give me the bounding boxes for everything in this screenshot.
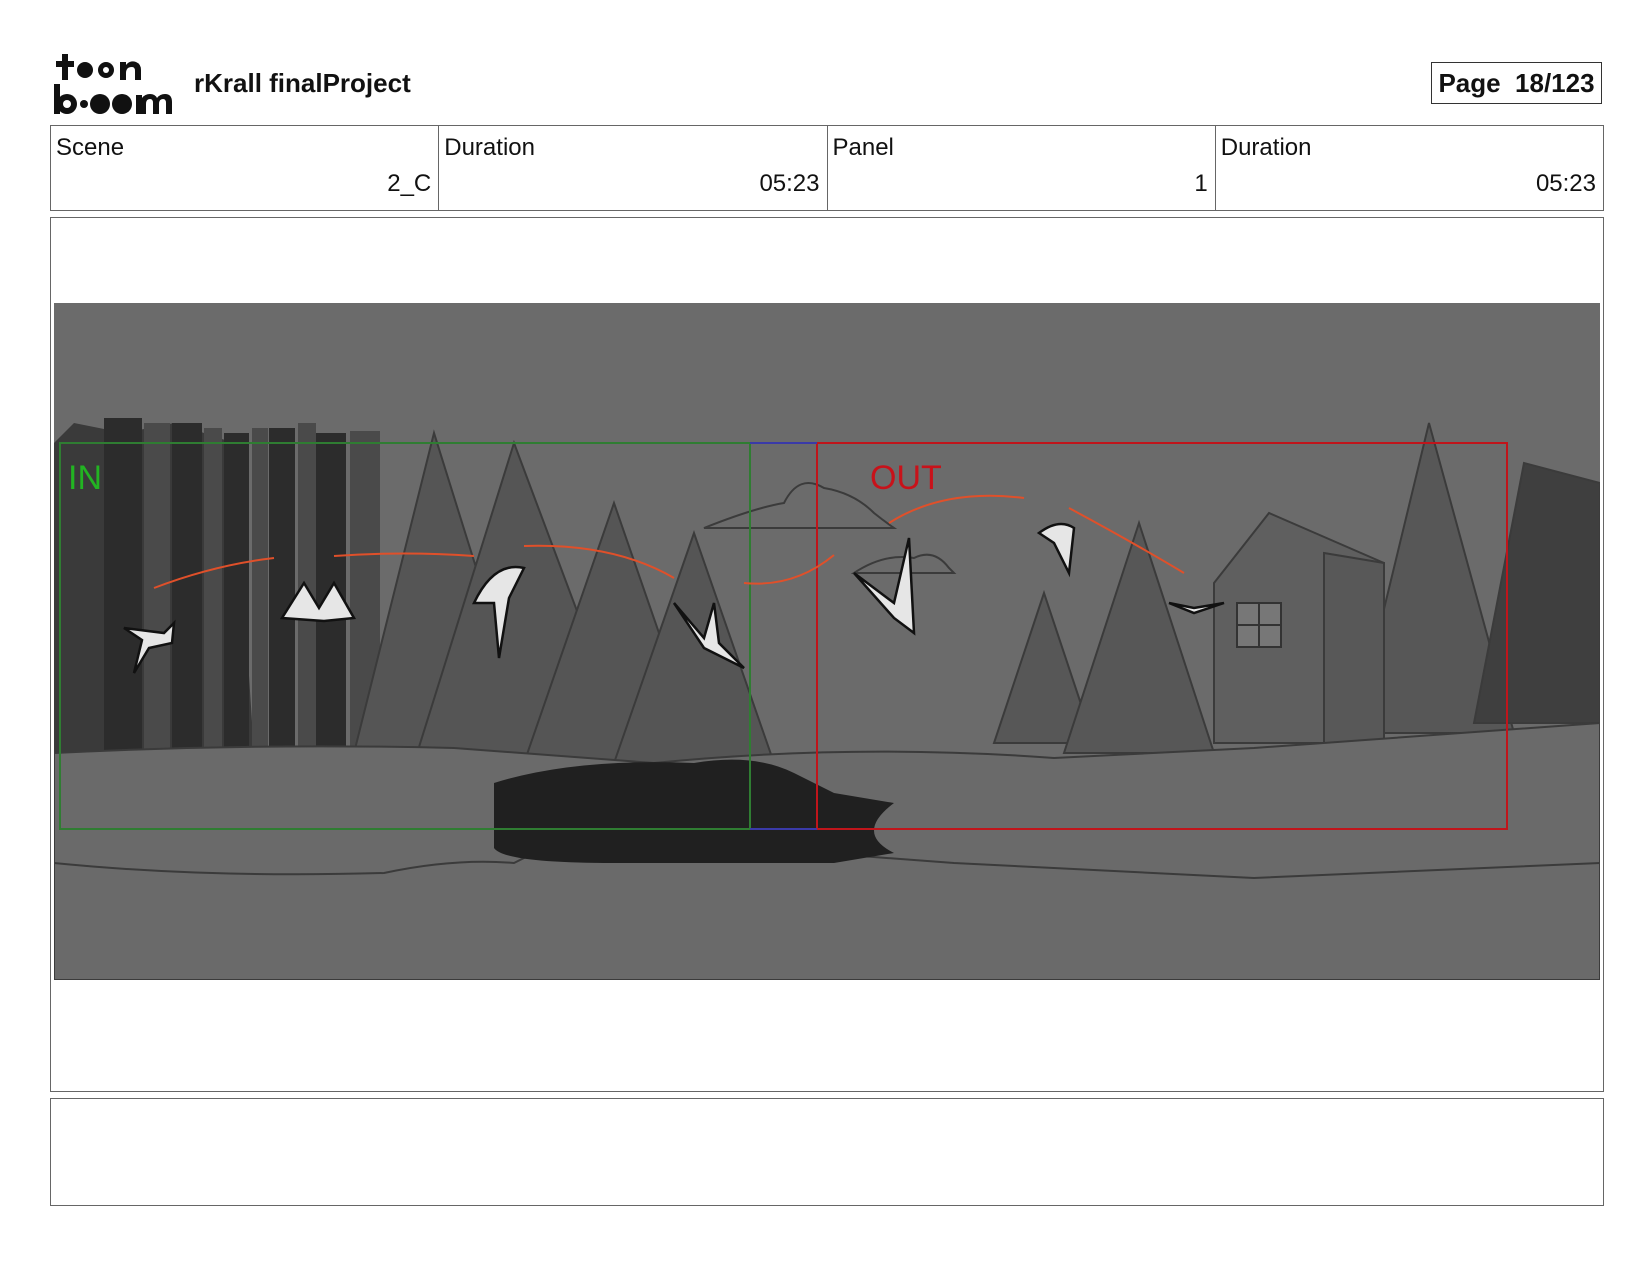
out-label: OUT: [870, 459, 942, 497]
page-indicator: Page 18/123: [1431, 62, 1602, 104]
panel-value: 1: [1194, 170, 1208, 197]
scene-value: 2_C: [387, 170, 432, 197]
in-label: IN: [68, 459, 102, 497]
panel-duration-cell: Duration 05:23: [1216, 126, 1603, 210]
scene-info-table: Scene 2_C Duration 05:23 Panel 1 Duratio…: [50, 125, 1604, 211]
scene-duration-label: Duration: [444, 134, 535, 161]
panel-label: Panel: [832, 134, 894, 161]
toonboom-logo: [52, 52, 172, 116]
panel-cell: Panel 1: [828, 126, 1216, 210]
storyboard-panel-image: [54, 303, 1600, 980]
notes-box: [50, 1098, 1604, 1206]
scene-duration-value: 05:23: [759, 170, 820, 197]
scene-cell: Scene 2_C: [51, 126, 440, 210]
panel-duration-value: 05:23: [1535, 170, 1596, 197]
scene-duration-cell: Duration 05:23: [439, 126, 828, 210]
scene-label: Scene: [56, 134, 125, 161]
panel-duration-label: Duration: [1220, 134, 1312, 161]
project-title: rKrall finalProject: [194, 68, 411, 98]
